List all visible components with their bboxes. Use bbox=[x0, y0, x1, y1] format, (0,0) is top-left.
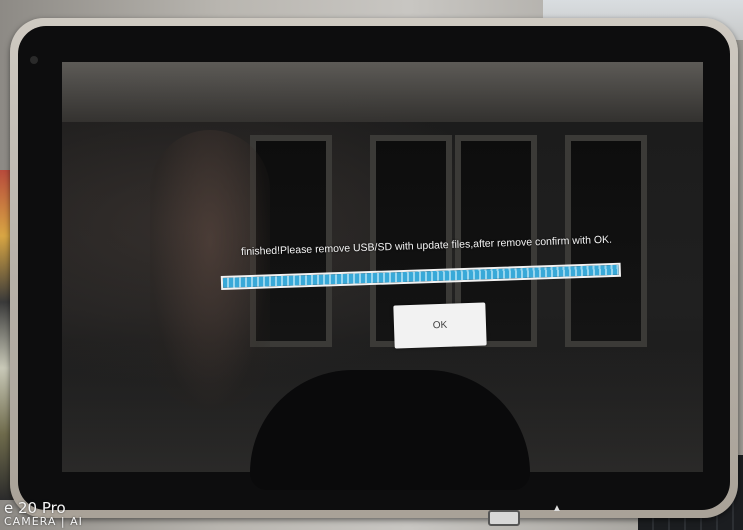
camera-lens bbox=[30, 56, 38, 64]
hardware-button[interactable] bbox=[488, 510, 520, 526]
hand-reflection bbox=[150, 130, 270, 410]
eject-icon[interactable]: ▲ bbox=[552, 504, 562, 514]
ok-button[interactable]: OK bbox=[393, 302, 487, 349]
watermark-camera: CAMERA | AI bbox=[4, 515, 83, 529]
camera-watermark: e 20 Pro CAMERA | AI bbox=[4, 500, 83, 529]
screen-reflection-ceiling bbox=[62, 62, 703, 122]
